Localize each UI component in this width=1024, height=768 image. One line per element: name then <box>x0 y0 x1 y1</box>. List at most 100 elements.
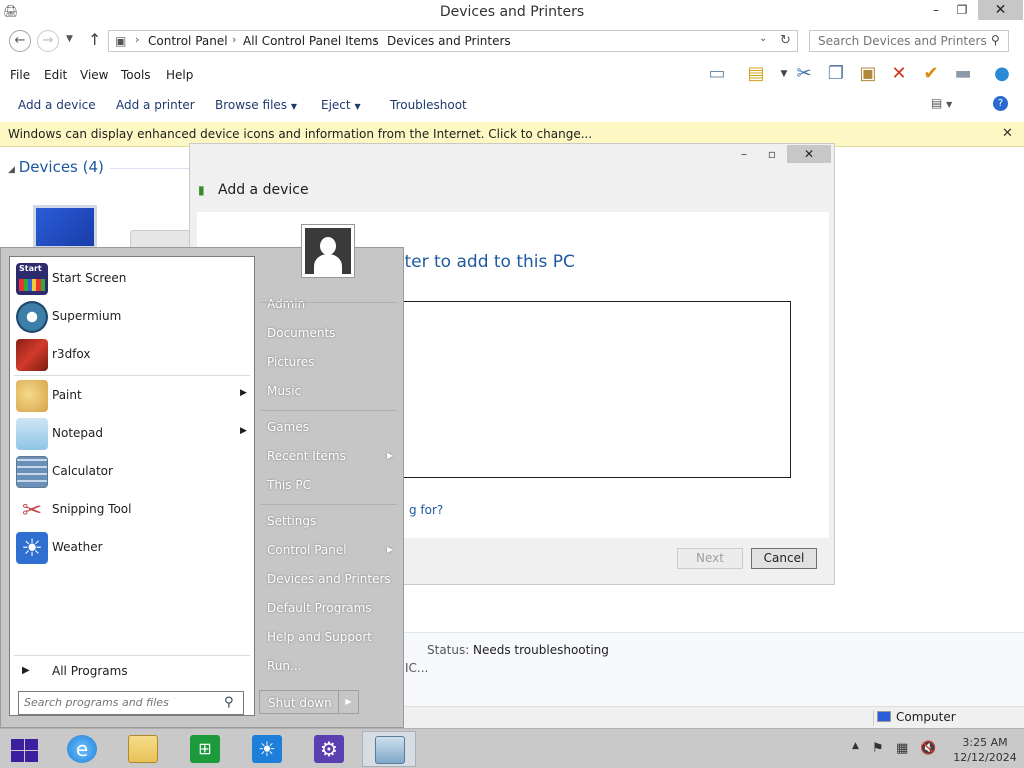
breadcrumb-all-items[interactable]: All Control Panel Items <box>243 34 379 48</box>
copy-icon[interactable]: ❐ <box>824 62 848 86</box>
volume-muted-icon[interactable]: 🔇 <box>920 741 936 756</box>
place-music[interactable]: Music <box>267 384 301 398</box>
breadcrumb-control-panel[interactable]: Control Panel <box>148 34 228 48</box>
dialog-close-button[interactable]: ✕ <box>787 145 831 163</box>
program-label: Weather <box>52 540 103 554</box>
add-printer-button[interactable]: Add a printer <box>116 98 195 112</box>
properties-check-icon[interactable]: ✔ <box>919 62 943 86</box>
place-default-programs[interactable]: Default Programs <box>267 601 372 615</box>
program-start-screen[interactable]: Start Start Screen <box>14 261 250 297</box>
user-avatar[interactable] <box>301 224 355 278</box>
program-paint[interactable]: Paint ▶ <box>14 378 250 414</box>
recent-pages-chevron-icon[interactable]: ▼ <box>66 34 73 44</box>
all-programs-arrow-icon: ▶ <box>22 665 30 676</box>
menu-help[interactable]: Help <box>166 68 193 82</box>
program-weather[interactable]: ☀ Weather <box>14 530 250 566</box>
layout-pane-icon[interactable]: ▭ <box>705 62 729 86</box>
place-this-pc[interactable]: This PC <box>267 478 311 492</box>
up-button[interactable]: ↑ <box>88 30 101 49</box>
menu-view[interactable]: View <box>80 68 108 82</box>
start-search-box[interactable]: ⚲ <box>18 691 244 715</box>
network-icon[interactable]: ▦ <box>896 741 908 756</box>
collapse-triangle-icon[interactable]: ◢ <box>8 165 15 175</box>
close-button[interactable]: ✕ <box>978 0 1023 20</box>
devices-group-header[interactable]: ◢ Devices (4) <box>8 158 104 176</box>
add-device-button[interactable]: Add a device <box>18 98 96 112</box>
place-help-support[interactable]: Help and Support <box>267 630 372 644</box>
cut-icon[interactable]: ✂ <box>792 62 816 86</box>
search-icon[interactable]: ⚲ <box>224 695 234 710</box>
program-r3dfox[interactable]: r3dfox <box>14 337 250 373</box>
taskbar-file-explorer[interactable] <box>116 731 170 767</box>
address-box[interactable]: ▣ › Control Panel › All Control Panel It… <box>108 30 798 52</box>
all-programs-button[interactable]: ▶ All Programs <box>20 663 250 681</box>
help-icon[interactable]: ? <box>993 96 1008 111</box>
show-hidden-icons-icon[interactable]: ▲ <box>852 741 859 751</box>
menu-tools[interactable]: Tools <box>121 68 151 82</box>
next-button[interactable]: Next <box>677 548 743 569</box>
taskbar-store[interactable]: ⊞ <box>178 731 232 767</box>
place-control-panel[interactable]: Control Panel ▶ <box>267 543 403 557</box>
delete-icon[interactable]: ✕ <box>887 62 911 86</box>
program-supermium[interactable]: Supermium <box>14 299 250 335</box>
minimize-button[interactable]: – <box>923 0 949 20</box>
paste-icon[interactable]: ▣ <box>856 62 880 86</box>
clock[interactable]: 3:25 AM 12/12/2024 <box>950 735 1020 765</box>
breadcrumb-separator-icon[interactable]: › <box>135 33 139 46</box>
device-list[interactable] <box>397 301 791 478</box>
refresh-icon[interactable]: ↻ <box>780 33 791 48</box>
submenu-arrow-icon[interactable]: ▶ <box>240 388 247 398</box>
submenu-arrow-icon[interactable]: ▶ <box>240 426 247 436</box>
add-device-icon: ▮ <box>198 183 205 197</box>
info-bar-message[interactable]: Windows can display enhanced device icon… <box>8 127 592 141</box>
place-documents[interactable]: Documents <box>267 326 335 340</box>
maximize-button[interactable]: ❐ <box>949 0 975 20</box>
place-pictures[interactable]: Pictures <box>267 355 315 369</box>
breadcrumb-separator-icon[interactable]: › <box>232 33 236 46</box>
search-icon[interactable]: ⚲ <box>991 33 1000 47</box>
place-games[interactable]: Games <box>267 420 309 434</box>
place-run[interactable]: Run... <box>267 659 301 673</box>
program-notepad[interactable]: Notepad ▶ <box>14 416 250 452</box>
computer-device-icon[interactable] <box>33 205 97 249</box>
search-box[interactable]: ⚲ <box>809 30 1009 52</box>
submenu-arrow-icon: ▶ <box>387 545 394 554</box>
dialog-minimize-button[interactable]: – <box>730 145 758 163</box>
program-calculator[interactable]: Calculator <box>14 454 250 490</box>
menu-file[interactable]: File <box>10 68 30 82</box>
troubleshoot-button[interactable]: Troubleshoot <box>390 98 467 112</box>
view-options-icon[interactable]: ▤ ▼ <box>931 96 952 110</box>
forward-button[interactable]: → <box>37 30 59 52</box>
place-recent-items[interactable]: Recent Items ▶ <box>267 449 403 463</box>
info-bar-close-icon[interactable]: ✕ <box>1002 126 1013 141</box>
dialog-maximize-button[interactable]: ▫ <box>758 145 786 163</box>
taskbar-weather[interactable]: ☀ <box>240 731 294 767</box>
drive-icon[interactable]: ▬ <box>951 62 975 86</box>
search-input[interactable] <box>818 34 988 48</box>
address-dropdown-icon[interactable]: ⌄ <box>759 33 767 44</box>
action-center-flag-icon[interactable]: ⚑ <box>872 741 884 756</box>
eject-button[interactable]: Eject ▼ <box>321 98 361 112</box>
windows-logo-pane <box>11 751 24 762</box>
globe-icon[interactable]: ● <box>990 62 1014 86</box>
chevron-down-icon: ▼ <box>354 102 361 111</box>
place-settings[interactable]: Settings <box>267 514 316 528</box>
program-snipping-tool[interactable]: ✂ Snipping Tool <box>14 492 250 528</box>
taskbar-internet-explorer[interactable]: e <box>55 731 109 767</box>
breadcrumb-separator-icon[interactable]: › <box>373 33 377 46</box>
place-admin[interactable]: Admin <box>267 297 305 311</box>
start-button[interactable] <box>8 735 40 765</box>
help-link[interactable]: g for? <box>409 503 443 517</box>
back-button[interactable]: ← <box>9 30 31 52</box>
start-search-input[interactable] <box>24 696 214 709</box>
taskbar-control-panel[interactable] <box>362 731 416 767</box>
menu-edit[interactable]: Edit <box>44 68 67 82</box>
folder-options-icon[interactable]: ▤ <box>744 62 768 86</box>
cancel-button[interactable]: Cancel <box>751 548 817 569</box>
browse-files-button[interactable]: Browse files ▼ <box>215 98 297 112</box>
shutdown-button[interactable]: Shut down ▶ <box>259 690 359 714</box>
shutdown-options-arrow-icon[interactable]: ▶ <box>338 691 358 713</box>
place-devices-printers[interactable]: Devices and Printers <box>267 572 391 586</box>
breadcrumb-devices-printers[interactable]: Devices and Printers <box>387 34 511 48</box>
taskbar-settings[interactable]: ⚙ <box>302 731 356 767</box>
